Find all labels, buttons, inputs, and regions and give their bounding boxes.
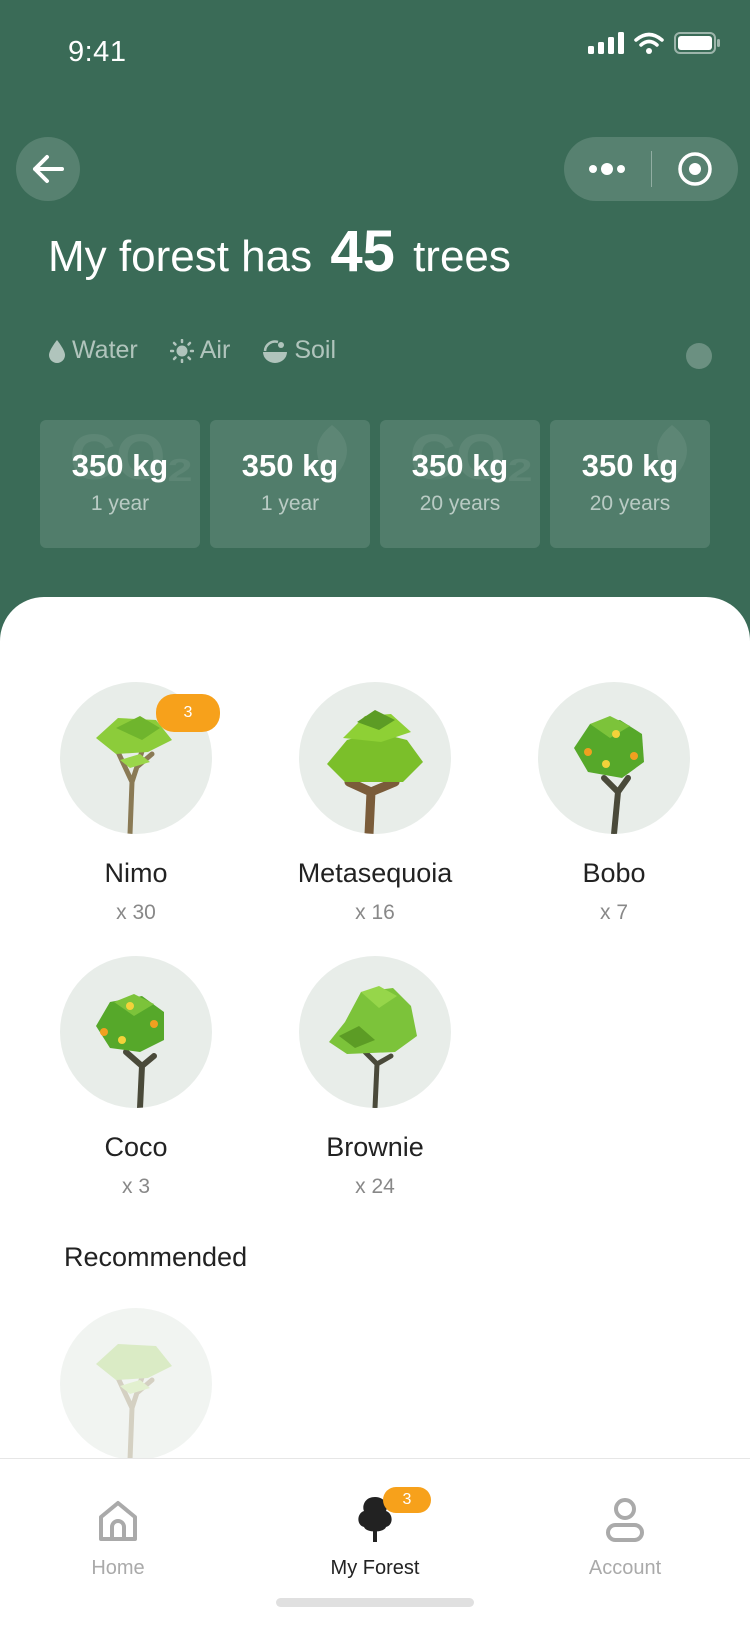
stat-value: 350 kg	[241, 448, 339, 483]
tab-label: Air	[199, 336, 231, 364]
tree-name: Metasequoia	[297, 858, 453, 888]
tree-quantity: x 7	[599, 901, 628, 924]
stat-card: CO₂ 350 kg 20 years	[380, 420, 540, 548]
tree-bobo-icon	[574, 716, 644, 834]
tab-label: Home	[91, 1557, 145, 1579]
tree-quantity: x 3	[121, 1175, 150, 1198]
status-icons	[588, 32, 720, 54]
title-prefix: My forest has	[48, 232, 313, 281]
battery-icon	[674, 32, 720, 54]
tree-recommended-icon	[96, 1344, 172, 1460]
soil-icon	[263, 339, 288, 363]
tree-item-nimo[interactable]: 3 Nimo x 30	[36, 682, 236, 925]
close-miniprogram-button[interactable]	[652, 137, 739, 201]
home-icon	[99, 1501, 137, 1541]
tab-icon-wrap	[38, 1483, 198, 1543]
tab-label: Water	[72, 336, 138, 364]
tree-item-coco[interactable]: Coco x 3	[36, 956, 236, 1199]
tree-name: Brownie	[326, 1132, 424, 1162]
stats-row: CO₂ 350 kg 1 year 350 kg 1 year CO₂ 350 …	[40, 420, 710, 548]
stat-value: 350 kg	[411, 448, 509, 483]
wifi-icon	[634, 32, 664, 54]
user-icon	[606, 1498, 644, 1542]
more-button[interactable]	[564, 137, 651, 201]
indicator-dot	[686, 343, 712, 369]
tree-item-metasequoia[interactable]: Metasequoia x 16	[275, 682, 475, 925]
sun-icon	[169, 338, 194, 363]
stat-period: 20 years	[589, 492, 671, 515]
tree-item-bobo[interactable]: Bobo x 7	[514, 682, 714, 925]
stat-value: 350 kg	[581, 448, 679, 483]
tab-icon-wrap	[545, 1483, 705, 1543]
more-dots-icon	[589, 163, 626, 175]
tree-avatar	[538, 682, 690, 834]
tree-avatar	[60, 956, 212, 1108]
tab-label: Soil	[294, 336, 336, 364]
target-icon	[678, 152, 712, 186]
mini-program-capsule	[564, 137, 738, 201]
arrow-left-icon	[33, 155, 64, 183]
tree-avatar	[299, 956, 451, 1108]
tree-item-brownie[interactable]: Brownie x 24	[275, 956, 475, 1199]
tab-soil[interactable]: Soil	[262, 336, 336, 365]
tab-air[interactable]: Air	[169, 336, 231, 365]
tree-quantity: x 24	[355, 1175, 395, 1198]
back-button[interactable]	[16, 137, 80, 201]
tree-quantity: x 30	[116, 901, 156, 924]
tab-label: My Forest	[330, 1557, 420, 1579]
tree-quantity: x 16	[355, 901, 395, 924]
tab-water[interactable]: Water	[48, 336, 138, 365]
tree-count: 45	[330, 219, 395, 284]
stat-period: 1 year	[260, 492, 320, 515]
stat-value: 350 kg	[71, 448, 169, 483]
page-title: My forest has 45 trees	[48, 218, 511, 285]
stat-period: 20 years	[419, 492, 501, 515]
home-indicator	[276, 1598, 474, 1607]
tree-avatar	[60, 1308, 212, 1460]
tab-label: Account	[588, 1557, 662, 1579]
tree-metasequoia-icon	[327, 710, 423, 834]
tab-badge: 3	[383, 1487, 431, 1513]
tree-count-badge: 3	[156, 694, 220, 732]
stat-card: 350 kg 20 years	[550, 420, 710, 548]
signal-icon	[588, 32, 624, 54]
water-drop-icon	[49, 339, 65, 363]
tab-icon-wrap: 3	[295, 1483, 455, 1543]
stat-card: CO₂ 350 kg 1 year	[40, 420, 200, 548]
tree-name: Bobo	[582, 858, 646, 888]
tree-name: Nimo	[104, 858, 168, 888]
recommended-tree[interactable]	[36, 1308, 236, 1460]
tree-coco-icon	[96, 994, 164, 1108]
stat-period: 1 year	[90, 492, 150, 515]
tab-my-forest[interactable]: 3 My Forest	[295, 1459, 455, 1580]
status-bar: 9:41	[0, 0, 750, 90]
stat-card: 350 kg 1 year	[210, 420, 370, 548]
recommended-title: Recommended	[64, 1242, 248, 1272]
tree-name: Coco	[104, 1132, 168, 1162]
status-time: 9:41	[68, 36, 127, 68]
env-tabs: Water Air Soil	[48, 336, 336, 365]
title-suffix: trees	[413, 232, 511, 281]
tab-account[interactable]: Account	[545, 1459, 705, 1580]
tab-home[interactable]: Home	[38, 1459, 198, 1580]
tree-avatar	[299, 682, 451, 834]
tree-brownie-icon	[329, 986, 417, 1108]
